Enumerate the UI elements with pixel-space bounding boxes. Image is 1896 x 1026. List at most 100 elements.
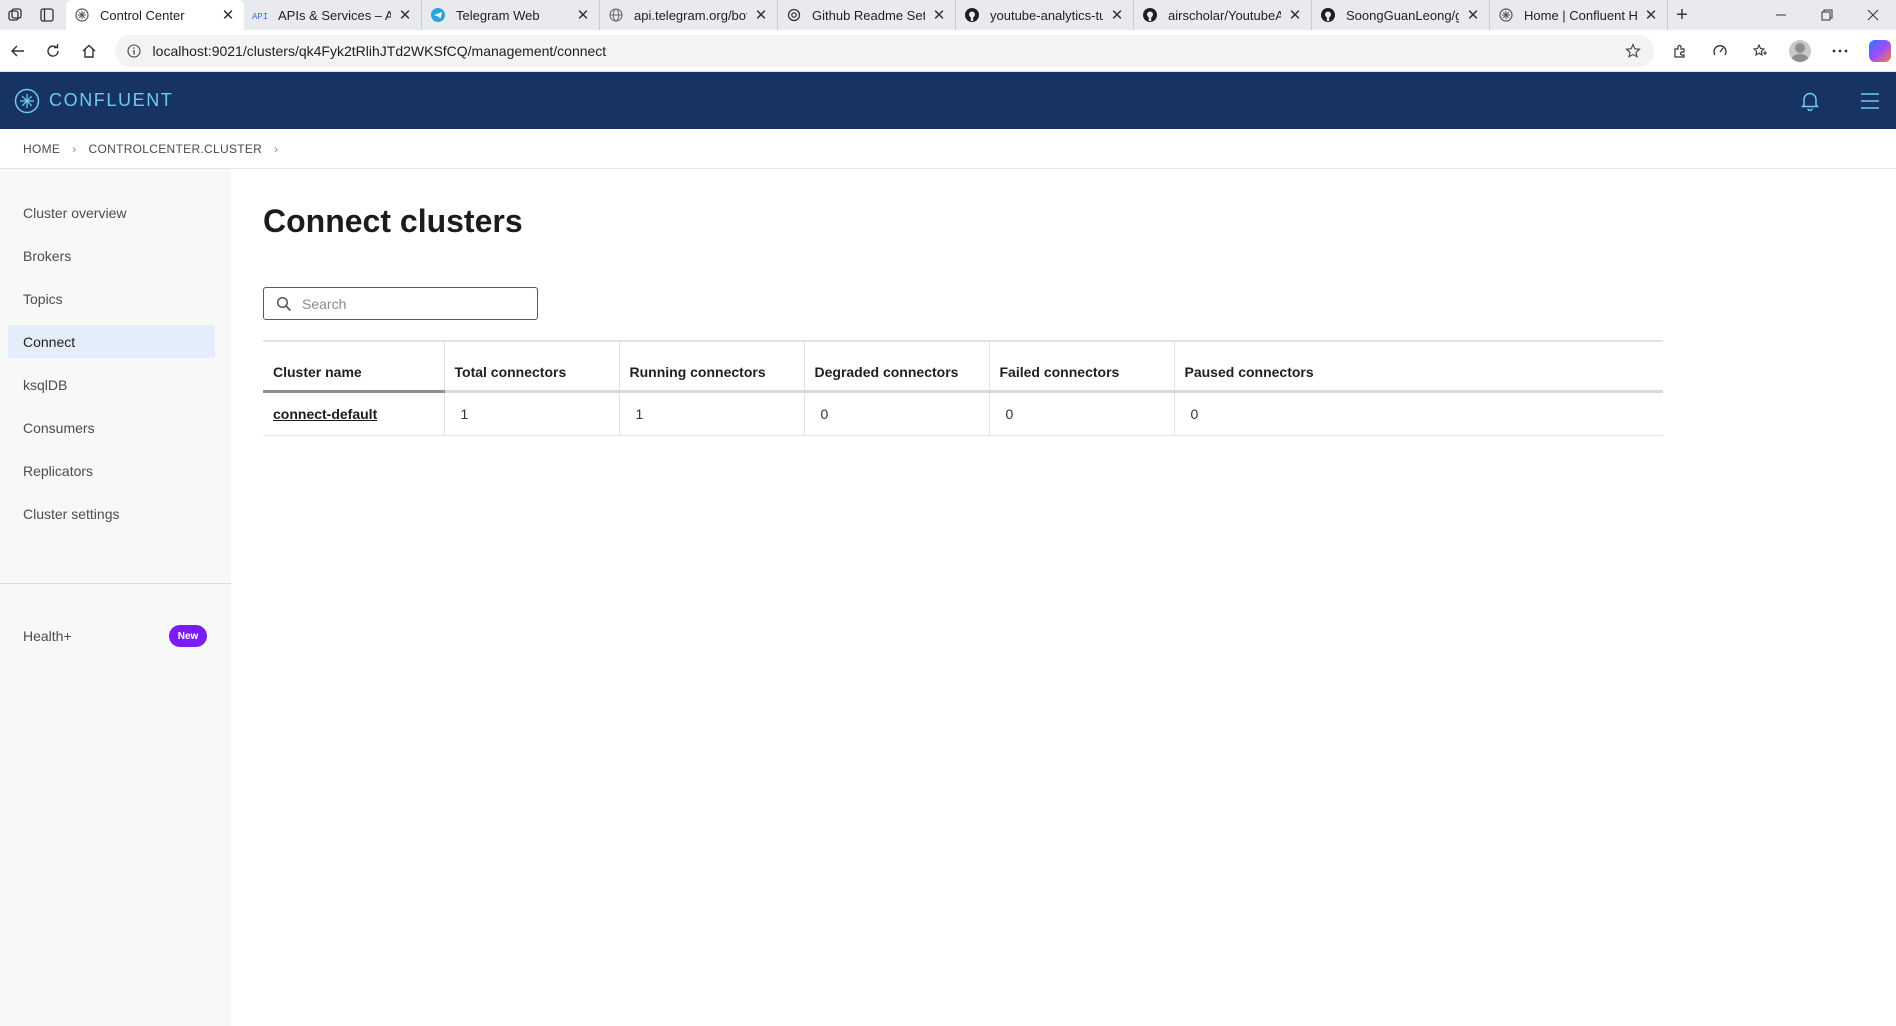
github-favicon-icon bbox=[1320, 7, 1336, 23]
tab-title: APIs & Services – APIs bbox=[278, 7, 391, 23]
column-header-degraded-connectors[interactable]: Degraded connectors bbox=[804, 341, 990, 393]
close-window-icon[interactable] bbox=[1850, 0, 1896, 30]
logo-text: CONFLUENT bbox=[49, 90, 174, 110]
url-text: localhost:9021/clusters/qk4Fyk2tRlihJTd2… bbox=[152, 42, 607, 59]
page-title: Connect clusters bbox=[263, 203, 523, 239]
close-icon[interactable]: ✕ bbox=[1109, 7, 1125, 24]
column-header-paused-connectors[interactable]: Paused connectors bbox=[1174, 341, 1663, 393]
browser-tab[interactable]: API APIs & Services – APIs ✕ bbox=[244, 0, 422, 30]
column-header-running-connectors[interactable]: Running connectors bbox=[619, 341, 805, 393]
restore-icon[interactable] bbox=[1804, 0, 1850, 30]
tab-title: Control Center bbox=[100, 7, 185, 23]
browser-tab[interactable]: Telegram Web ✕ bbox=[422, 0, 600, 30]
telegram-favicon-icon bbox=[430, 7, 446, 23]
search-icon bbox=[276, 296, 292, 311]
sidebar-item-health-plus[interactable]: Health+ New bbox=[8, 621, 215, 651]
close-icon[interactable]: ✕ bbox=[931, 7, 947, 24]
close-icon[interactable]: ✕ bbox=[220, 7, 236, 24]
home-icon[interactable] bbox=[71, 33, 107, 69]
hamburger-menu-icon[interactable] bbox=[1858, 89, 1882, 113]
notification-bell-icon[interactable] bbox=[1798, 89, 1822, 113]
browser-tab[interactable]: api.telegram.org/bot7 ✕ bbox=[600, 0, 778, 30]
tab-title: Telegram Web bbox=[456, 7, 540, 23]
sidebar-item-cluster-overview[interactable]: Cluster overview bbox=[8, 196, 215, 229]
new-tab-icon[interactable]: + bbox=[1668, 0, 1696, 30]
chevron-right-icon: › bbox=[72, 141, 77, 156]
address-bar[interactable]: localhost:9021/clusters/qk4Fyk2tRlihJTd2… bbox=[114, 34, 1654, 67]
globe-favicon-icon bbox=[608, 7, 624, 23]
chevron-right-icon: › bbox=[274, 141, 279, 156]
sidebar-divider bbox=[0, 583, 231, 584]
new-badge: New bbox=[169, 625, 207, 647]
browser-toolbar: localhost:9021/clusters/qk4Fyk2tRlihJTd2… bbox=[0, 30, 1896, 72]
tab-title: Home | Confluent Hub bbox=[1524, 7, 1637, 23]
confluent-logo[interactable]: CONFLUENT bbox=[14, 88, 173, 114]
degraded-connectors-cell: 0 bbox=[804, 391, 990, 436]
tab-title: SoongGuanLeong/gcp bbox=[1346, 7, 1459, 23]
close-icon[interactable]: ✕ bbox=[1643, 7, 1659, 24]
close-icon[interactable]: ✕ bbox=[1287, 7, 1303, 24]
health-plus-label: Health+ bbox=[23, 628, 72, 644]
close-icon[interactable]: ✕ bbox=[1465, 7, 1481, 24]
tab-title: airscholar/YoutubeAn bbox=[1168, 7, 1281, 23]
browser-tab-strip: Control Center ✕ API APIs & Services – A… bbox=[0, 0, 1896, 30]
browser-tab[interactable]: airscholar/YoutubeAn ✕ bbox=[1134, 0, 1312, 30]
search-field[interactable] bbox=[263, 287, 538, 320]
close-icon[interactable]: ✕ bbox=[575, 7, 591, 24]
connect-clusters-table: Cluster name Total connectors Running co… bbox=[263, 340, 1663, 436]
sidebar-item-brokers[interactable]: Brokers bbox=[8, 239, 215, 272]
sidebar-item-connect[interactable]: Connect bbox=[8, 325, 215, 358]
breadcrumb-home[interactable]: HOME bbox=[23, 142, 60, 156]
minimize-icon[interactable] bbox=[1758, 0, 1804, 30]
browser-tab[interactable]: Home | Confluent Hub ✕ bbox=[1490, 0, 1668, 30]
app-header: CONFLUENT bbox=[0, 72, 1896, 129]
column-header-total-connectors[interactable]: Total connectors bbox=[444, 341, 620, 393]
close-icon[interactable]: ✕ bbox=[397, 7, 413, 24]
column-header-cluster-name[interactable]: Cluster name bbox=[263, 341, 445, 393]
search-input[interactable] bbox=[300, 294, 524, 313]
paused-connectors-cell: 0 bbox=[1174, 391, 1663, 436]
browser-tab[interactable]: Github Readme Setup ✕ bbox=[778, 0, 956, 30]
svg-text:API: API bbox=[252, 12, 268, 20]
table-row[interactable]: connect-default 1 1 0 0 0 bbox=[263, 391, 1663, 436]
sidebar-item-ksqldb[interactable]: ksqlDB bbox=[8, 368, 215, 401]
failed-connectors-cell: 0 bbox=[989, 391, 1175, 436]
api-favicon-icon: API bbox=[252, 7, 268, 23]
sidebar-item-topics[interactable]: Topics bbox=[8, 282, 215, 315]
site-info-icon[interactable] bbox=[125, 42, 143, 60]
performance-icon[interactable] bbox=[1704, 35, 1736, 67]
favorite-star-icon[interactable] bbox=[1622, 42, 1644, 59]
confluent-logo-icon bbox=[14, 88, 40, 113]
sidebar-item-cluster-settings[interactable]: Cluster settings bbox=[8, 497, 215, 530]
sidebar-item-consumers[interactable]: Consumers bbox=[8, 411, 215, 444]
table-header-row: Cluster name Total connectors Running co… bbox=[263, 341, 1663, 393]
github-favicon-icon bbox=[1142, 7, 1158, 23]
breadcrumb-cluster[interactable]: CONTROLCENTER.CLUSTER bbox=[89, 142, 263, 156]
main-content: Connect clusters Cluster name Total conn… bbox=[263, 169, 1663, 436]
profile-avatar[interactable] bbox=[1784, 35, 1816, 67]
running-connectors-cell: 1 bbox=[619, 391, 805, 436]
total-connectors-cell: 1 bbox=[444, 391, 620, 436]
confluent-favicon-icon bbox=[1498, 7, 1514, 23]
openai-favicon-icon bbox=[786, 7, 802, 23]
refresh-icon[interactable] bbox=[36, 33, 72, 69]
cluster-link[interactable]: connect-default bbox=[273, 406, 377, 422]
collections-icon[interactable] bbox=[1744, 35, 1776, 67]
tab-actions-icon[interactable] bbox=[36, 4, 58, 26]
column-header-failed-connectors[interactable]: Failed connectors bbox=[989, 341, 1175, 393]
back-icon[interactable] bbox=[0, 33, 36, 69]
confluent-favicon-icon bbox=[74, 7, 90, 23]
cluster-name-cell: connect-default bbox=[263, 391, 445, 436]
more-options-icon[interactable] bbox=[1824, 35, 1856, 67]
tab-title: api.telegram.org/bot7 bbox=[634, 7, 747, 23]
extensions-icon[interactable] bbox=[1664, 35, 1696, 67]
sidebar: Cluster overview Brokers Topics Connect … bbox=[0, 169, 231, 1026]
copilot-icon[interactable] bbox=[1864, 35, 1896, 67]
sidebar-item-replicators[interactable]: Replicators bbox=[8, 454, 215, 487]
browser-tab[interactable]: Control Center ✕ bbox=[66, 0, 244, 30]
workspaces-icon[interactable] bbox=[4, 4, 26, 26]
browser-tab[interactable]: SoongGuanLeong/gcp ✕ bbox=[1312, 0, 1490, 30]
breadcrumb: HOME › CONTROLCENTER.CLUSTER › bbox=[0, 129, 1896, 169]
close-icon[interactable]: ✕ bbox=[753, 7, 769, 24]
browser-tab[interactable]: youtube-analytics-tut ✕ bbox=[956, 0, 1134, 30]
